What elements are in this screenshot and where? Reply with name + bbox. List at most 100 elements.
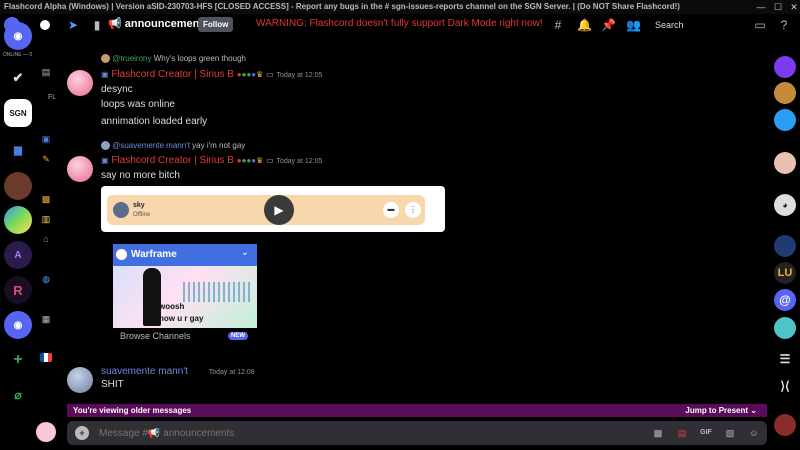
message-icon[interactable]: ▬ (383, 202, 399, 218)
help-icon[interactable]: ? (777, 18, 791, 32)
close-icon[interactable]: ✕ (786, 0, 800, 14)
server-sgn-label: SGN (9, 108, 27, 118)
server-tag-icon: ▣ (101, 156, 109, 165)
bell-icon[interactable]: 🔔 (577, 18, 592, 32)
member-avatar[interactable] (774, 414, 796, 436)
new-badge: NEW (228, 332, 248, 340)
checkmarks-icon[interactable]: ✔ (4, 64, 32, 92)
pin-icon[interactable]: 📌 (601, 18, 616, 32)
member-avatar[interactable] (774, 56, 796, 78)
explore-servers-icon[interactable]: ⌀ (4, 381, 32, 409)
jump-to-present-button[interactable]: Jump to Present ⌄ (685, 404, 757, 417)
gift-icon[interactable]: ▩ (40, 193, 52, 205)
server-sgn[interactable]: SGN (4, 99, 32, 127)
add-server-icon[interactable]: + (4, 346, 32, 374)
maximize-icon[interactable]: ☐ (770, 0, 786, 14)
author-avatar[interactable] (67, 367, 93, 393)
message-line: annimation loaded early (101, 116, 208, 127)
warframe-image[interactable]: Warframe ⌄ woosh now u r gay (113, 244, 257, 328)
send-icon[interactable]: ➤ (66, 18, 80, 32)
badges-icon: ●●●●♛ (236, 156, 264, 165)
member-avatar[interactable] (774, 109, 796, 131)
member-avatar[interactable] (774, 235, 796, 257)
jump-to-present-label: Jump to Present (685, 406, 749, 415)
author-avatar[interactable] (67, 156, 93, 182)
profile-embed-bar: sky Offline ▶ ▬ ⋮ (107, 195, 425, 225)
embed-avatar (113, 202, 129, 218)
message-timestamp: Today at 12:08 (208, 369, 255, 376)
user-status-icon[interactable] (40, 20, 50, 30)
message-line: loops was online (101, 99, 175, 110)
member-avatar[interactable]: ◕ (774, 194, 796, 216)
member-avatar[interactable] (774, 152, 796, 174)
older-messages-bar[interactable]: You're viewing older messages Jump to Pr… (67, 404, 767, 417)
channel-header: ➤ ▮ 📢 announcements Follow WARNING: Flas… (0, 14, 800, 36)
reply-text: yay i'm not gay (192, 141, 246, 150)
desktop-icon: ▭ (266, 156, 274, 165)
woosh-text: woosh (159, 302, 185, 311)
gift-icon[interactable]: ▩ (651, 426, 665, 440)
message-line: say no more bitch (101, 170, 180, 181)
more-options-icon[interactable]: ⋮ (405, 202, 421, 218)
author-name[interactable]: Flashcord Creator | Sirius B (111, 69, 234, 80)
add-attachment-icon[interactable]: + (75, 426, 89, 440)
profile-embed-card: sky Offline ▶ ▬ ⋮ (101, 186, 445, 232)
chevron-down-icon: ⌄ (240, 247, 249, 258)
reply-avatar (101, 141, 110, 151)
member-avatar[interactable]: @ (774, 289, 796, 311)
message-input[interactable] (99, 425, 599, 441)
warframe-title: Warframe (131, 249, 177, 260)
online-count-label: ONLINE — 0 (3, 52, 33, 58)
reply-avatar (101, 54, 110, 64)
message-header: suavemente mann't Today at 12:08 (101, 366, 255, 377)
bank-icon[interactable]: ⌂ (40, 233, 52, 245)
gif-icon[interactable]: GIF (699, 426, 713, 440)
server-avatar-2[interactable] (4, 206, 32, 234)
threads-icon[interactable]: # (551, 18, 565, 32)
browse-channels-label[interactable]: Browse Channels (120, 331, 191, 341)
server-rail: ◉ ONLINE — 0 ✔ SGN ▆ A R ◉ + ⌀ (0, 22, 56, 450)
sticker-icon[interactable]: ▧ (723, 426, 737, 440)
save-icon[interactable]: ▣ (40, 133, 52, 145)
folder-icon[interactable]: ▆ (4, 136, 32, 164)
woosh-wave (183, 282, 253, 302)
server-discord[interactable]: ◉ (4, 311, 32, 339)
reply-preview[interactable]: @trueirony Why's loops green though (101, 54, 246, 64)
inbox-icon[interactable]: ▭ (753, 18, 767, 32)
globe-icon[interactable]: ◍ (40, 273, 52, 285)
author-avatar[interactable] (67, 70, 93, 96)
nitro-icon[interactable]: ▤ (675, 426, 689, 440)
author-name[interactable]: suavemente mann't (101, 366, 188, 377)
members-icon[interactable]: 👥 (626, 18, 641, 32)
folder-label: FL (48, 94, 57, 101)
reply-preview[interactable]: @suavemente mann't yay i'm not gay (101, 141, 246, 151)
server-avatar-3[interactable]: A (4, 241, 32, 269)
message-timestamp: Today at 12:05 (276, 158, 323, 165)
film-icon[interactable]: ▦ (40, 313, 52, 325)
search-input[interactable]: Search (647, 17, 735, 33)
home-discord-button[interactable]: ◉ (4, 22, 32, 50)
author-name[interactable]: Flashcord Creator | Sirius B (111, 155, 234, 166)
message-line: SHIT (101, 379, 124, 390)
play-button[interactable]: ▶ (264, 195, 294, 225)
document-icon[interactable]: ▥ (40, 213, 52, 225)
warframe-server-icon (116, 249, 127, 260)
member-avatar[interactable] (774, 317, 796, 339)
news-icon[interactable]: ▤ (40, 66, 52, 78)
server-avatar-1[interactable] (4, 172, 32, 200)
notes-icon[interactable]: ✎ (40, 153, 52, 165)
member-avatar[interactable] (774, 82, 796, 104)
badges-icon: ●●●●♛ (236, 70, 264, 79)
list-icon[interactable]: ☰ (774, 348, 796, 370)
member-list-column: ◕ LU @ ☰ ⟩⟨ (772, 36, 800, 450)
message-timestamp: Today at 12:05 (276, 72, 323, 79)
server-avatar-4[interactable]: R (4, 276, 32, 304)
follow-button[interactable]: Follow (198, 17, 234, 32)
member-avatar[interactable]: LU (774, 262, 796, 284)
minimize-icon[interactable]: — (753, 0, 769, 14)
close-panel-icon[interactable]: ⟩⟨ (774, 375, 796, 397)
flag-france-icon[interactable] (40, 353, 52, 362)
message-header: ▣ Flashcord Creator | Sirius B ●●●●♛ ▭ T… (101, 69, 322, 80)
emoji-icon[interactable]: ☺ (747, 426, 761, 440)
embed-status: Offline (133, 212, 151, 218)
